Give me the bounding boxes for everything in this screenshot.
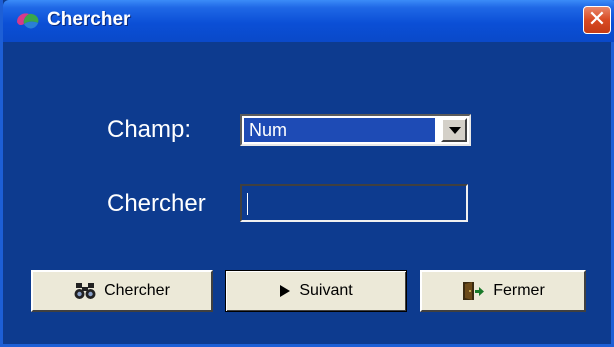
search-dialog: Chercher ✕ Champ: Num Chercher Chercher <box>0 0 614 347</box>
close-icon: ✕ <box>587 7 607 32</box>
champ-select[interactable]: Num <box>240 114 471 146</box>
title-bar[interactable]: Chercher ✕ <box>3 0 614 42</box>
next-button[interactable]: Suivant <box>225 270 407 312</box>
exit-door-icon <box>463 282 485 300</box>
binoculars-icon <box>74 283 96 299</box>
app-logo-icon <box>17 13 39 29</box>
next-button-label: Suivant <box>299 282 353 299</box>
chevron-down-icon <box>449 127 461 134</box>
close-button[interactable]: Fermer <box>420 270 586 312</box>
window-title: Chercher <box>47 9 131 30</box>
close-window-button[interactable]: ✕ <box>583 6 611 34</box>
play-arrow-icon <box>280 285 291 297</box>
search-button[interactable]: Chercher <box>31 270 213 312</box>
champ-label: Champ: <box>107 116 192 143</box>
text-cursor <box>247 193 248 215</box>
search-button-label: Chercher <box>104 282 170 299</box>
search-input[interactable] <box>240 184 468 222</box>
chercher-label: Chercher <box>107 190 206 217</box>
close-button-label: Fermer <box>493 282 545 299</box>
champ-selected-value: Num <box>244 118 435 142</box>
dropdown-button[interactable] <box>441 118 467 142</box>
